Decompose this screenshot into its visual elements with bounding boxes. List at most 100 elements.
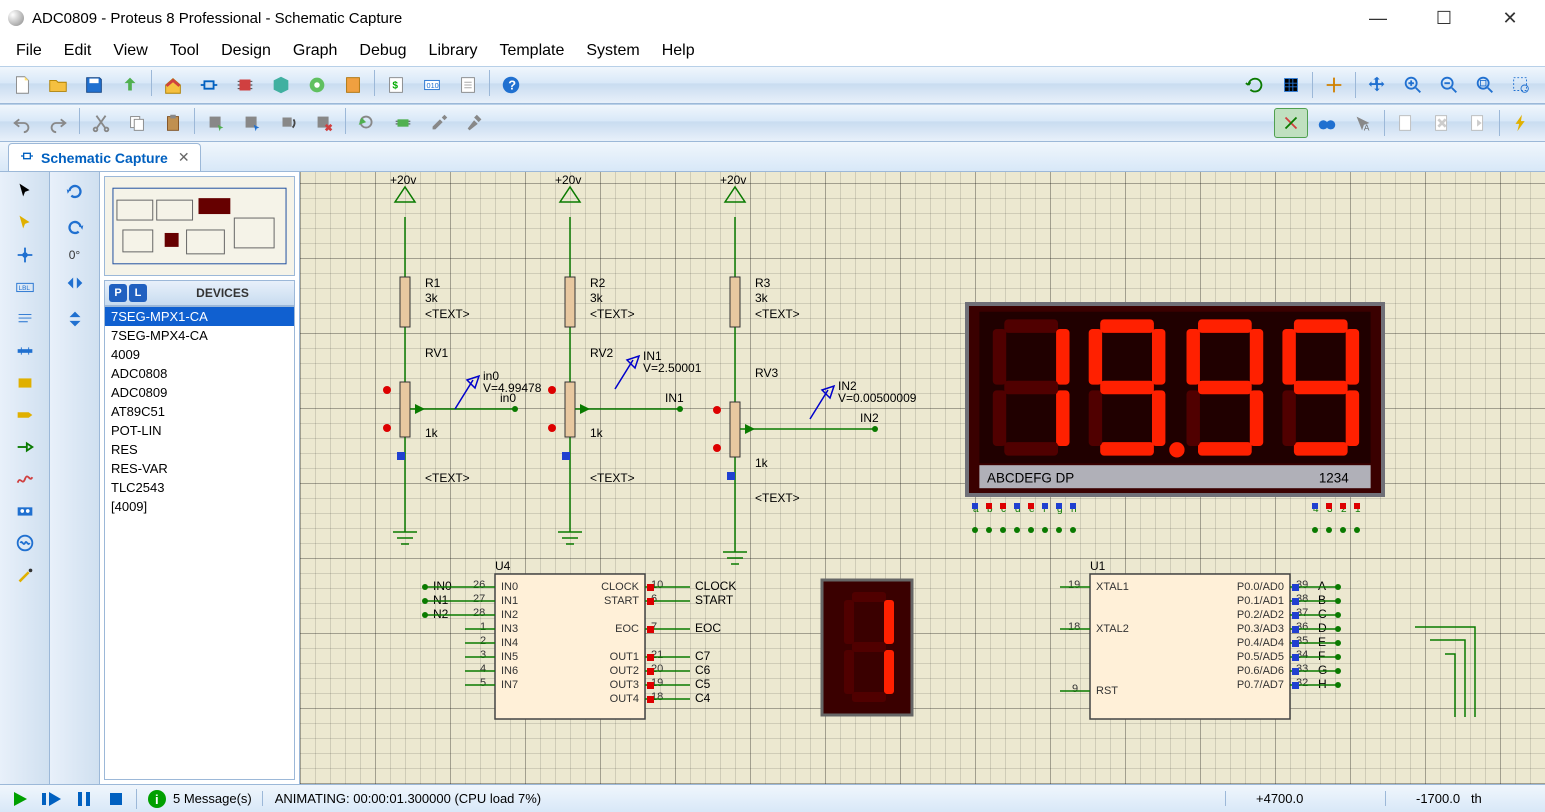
device-item[interactable]: TLC2543 bbox=[105, 478, 294, 497]
zoom-area-icon[interactable] bbox=[1504, 70, 1538, 100]
device-item[interactable]: 7SEG-MPX4-CA bbox=[105, 326, 294, 345]
flip-horizontal-icon[interactable] bbox=[58, 268, 92, 298]
component-mode-icon[interactable] bbox=[8, 208, 42, 238]
generator-icon[interactable] bbox=[8, 528, 42, 558]
bus-icon[interactable] bbox=[8, 336, 42, 366]
schematic-canvas[interactable]: +20v R1 3k <TEXT> RV1 1k <TEXT> bbox=[300, 172, 1545, 784]
stop-button[interactable] bbox=[102, 788, 130, 810]
menu-library[interactable]: Library bbox=[419, 38, 488, 64]
tab-schematic[interactable]: Schematic Capture ✕ bbox=[8, 143, 201, 171]
device-item[interactable]: 7SEG-MPX1-CA bbox=[105, 307, 294, 326]
junction-icon[interactable] bbox=[8, 240, 42, 270]
device-item[interactable]: ADC0809 bbox=[105, 383, 294, 402]
rotate-cw-icon[interactable] bbox=[58, 176, 92, 206]
tab-close-icon[interactable]: ✕ bbox=[178, 149, 190, 166]
rotate-ccw-icon[interactable] bbox=[58, 212, 92, 242]
menu-graph[interactable]: Graph bbox=[283, 38, 347, 64]
svg-text:IN3: IN3 bbox=[501, 623, 518, 635]
step-button[interactable] bbox=[38, 788, 66, 810]
terminal-icon[interactable] bbox=[8, 400, 42, 430]
maximize-button[interactable]: ☐ bbox=[1429, 8, 1459, 29]
3d-icon[interactable] bbox=[264, 70, 298, 100]
zoom-fit-icon[interactable] bbox=[1468, 70, 1502, 100]
device-item[interactable]: POT-LIN bbox=[105, 421, 294, 440]
tools-icon[interactable] bbox=[422, 108, 456, 138]
new-sheet-icon[interactable] bbox=[1389, 108, 1423, 138]
block-delete-icon[interactable] bbox=[307, 108, 341, 138]
lightning-icon[interactable] bbox=[1504, 108, 1538, 138]
pick-libraries-icon[interactable]: L bbox=[129, 284, 147, 302]
device-pin-icon[interactable] bbox=[8, 432, 42, 462]
device-item[interactable]: RES-VAR bbox=[105, 459, 294, 478]
paste-icon[interactable] bbox=[156, 108, 190, 138]
menu-tool[interactable]: Tool bbox=[160, 38, 209, 64]
flip-vertical-icon[interactable] bbox=[58, 304, 92, 334]
hammer-icon[interactable] bbox=[458, 108, 492, 138]
subcircuit-icon[interactable] bbox=[8, 368, 42, 398]
package-icon[interactable] bbox=[386, 108, 420, 138]
binoculars-icon[interactable] bbox=[1310, 108, 1344, 138]
tape-icon[interactable] bbox=[8, 496, 42, 526]
menu-template[interactable]: Template bbox=[489, 38, 574, 64]
svg-text:19: 19 bbox=[1068, 579, 1080, 591]
gerber-icon[interactable] bbox=[300, 70, 334, 100]
menu-help[interactable]: Help bbox=[652, 38, 705, 64]
open-file-icon[interactable] bbox=[41, 70, 75, 100]
graph-icon[interactable] bbox=[8, 464, 42, 494]
cut-icon[interactable] bbox=[84, 108, 118, 138]
net-toggle-icon[interactable] bbox=[1274, 108, 1308, 138]
notes-icon[interactable] bbox=[451, 70, 485, 100]
undo-icon[interactable] bbox=[5, 108, 39, 138]
device-item[interactable]: [4009] bbox=[105, 497, 294, 516]
pick-icon[interactable] bbox=[350, 108, 384, 138]
bom-icon[interactable]: $ bbox=[379, 70, 413, 100]
menu-file[interactable]: File bbox=[6, 38, 52, 64]
block-rotate-icon[interactable] bbox=[271, 108, 305, 138]
message-count[interactable]: 5 Message(s) bbox=[173, 791, 252, 806]
help-icon[interactable]: ? bbox=[494, 70, 528, 100]
menu-view[interactable]: View bbox=[103, 38, 157, 64]
block-move-icon[interactable] bbox=[235, 108, 269, 138]
play-button[interactable] bbox=[6, 788, 34, 810]
block-copy-icon[interactable] bbox=[199, 108, 233, 138]
pick-parts-icon[interactable]: P bbox=[109, 284, 127, 302]
menu-design[interactable]: Design bbox=[211, 38, 281, 64]
auto-annotate-icon[interactable]: A bbox=[1346, 108, 1380, 138]
refresh-icon[interactable] bbox=[1238, 70, 1272, 100]
zoom-in-icon[interactable] bbox=[1396, 70, 1430, 100]
home-icon[interactable] bbox=[156, 70, 190, 100]
chip-icon[interactable] bbox=[228, 70, 262, 100]
import-icon[interactable] bbox=[113, 70, 147, 100]
probe-icon[interactable] bbox=[8, 560, 42, 590]
close-button[interactable]: ✕ bbox=[1495, 8, 1525, 29]
svg-text:<TEXT>: <TEXT> bbox=[590, 307, 635, 321]
device-list[interactable]: 7SEG-MPX1-CA 7SEG-MPX4-CA 4009 ADC0808 A… bbox=[104, 306, 295, 780]
device-header: P L DEVICES bbox=[104, 280, 295, 306]
device-item[interactable]: ADC0808 bbox=[105, 364, 294, 383]
redo-icon[interactable] bbox=[41, 108, 75, 138]
component-icon[interactable] bbox=[192, 70, 226, 100]
grid-icon[interactable] bbox=[1274, 70, 1308, 100]
selection-mode-icon[interactable] bbox=[8, 176, 42, 206]
exit-sheet-icon[interactable] bbox=[1461, 108, 1495, 138]
copy-icon[interactable] bbox=[120, 108, 154, 138]
menu-edit[interactable]: Edit bbox=[54, 38, 102, 64]
text-script-icon[interactable] bbox=[8, 304, 42, 334]
origin-icon[interactable] bbox=[1317, 70, 1351, 100]
menu-system[interactable]: System bbox=[576, 38, 649, 64]
label-icon[interactable]: LBL bbox=[8, 272, 42, 302]
menu-debug[interactable]: Debug bbox=[349, 38, 416, 64]
device-item[interactable]: 4009 bbox=[105, 345, 294, 364]
pan-icon[interactable] bbox=[1360, 70, 1394, 100]
new-file-icon[interactable] bbox=[5, 70, 39, 100]
zoom-out-icon[interactable] bbox=[1432, 70, 1466, 100]
device-item[interactable]: AT89C51 bbox=[105, 402, 294, 421]
overview-window[interactable] bbox=[104, 176, 295, 276]
minimize-button[interactable]: — bbox=[1363, 8, 1393, 29]
device-item[interactable]: RES bbox=[105, 440, 294, 459]
bom-sheet-icon[interactable] bbox=[336, 70, 370, 100]
binary-icon[interactable]: 010 bbox=[415, 70, 449, 100]
save-file-icon[interactable] bbox=[77, 70, 111, 100]
pause-button[interactable] bbox=[70, 788, 98, 810]
delete-sheet-icon[interactable] bbox=[1425, 108, 1459, 138]
